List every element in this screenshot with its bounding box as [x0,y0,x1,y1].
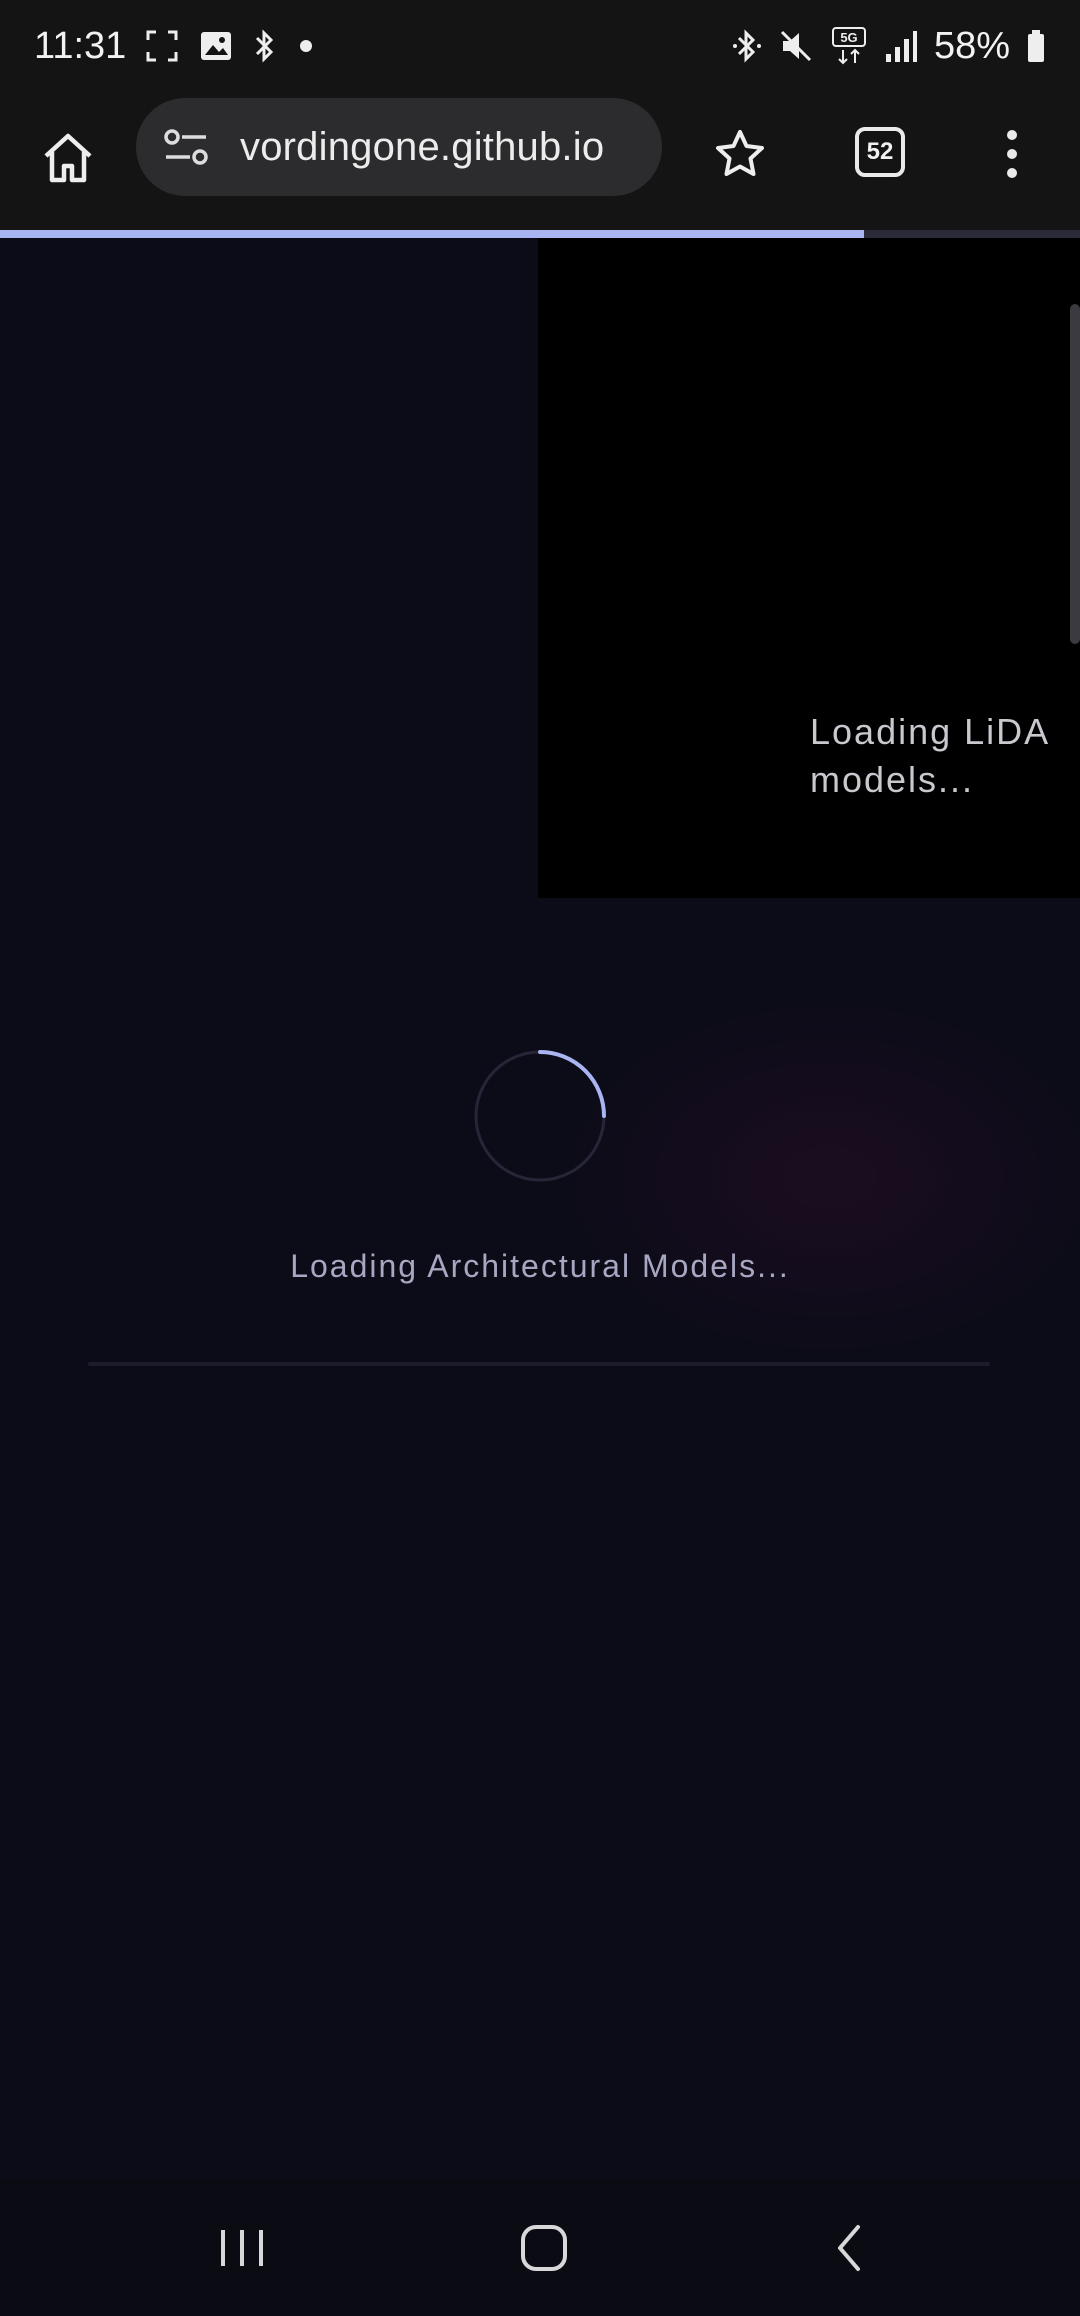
status-time: 11:31 [34,24,127,67]
back-icon [838,2225,860,2271]
home-button[interactable] [30,120,106,196]
divider [88,1362,990,1366]
lida-panel: Loading LiDA models... [538,238,1080,898]
page-load-progress [0,230,1080,238]
home-icon [44,133,92,183]
address-bar[interactable]: vordingone.github.io [136,98,662,196]
lida-loading-text: Loading LiDA models... [810,711,1051,800]
url-text: vordingone.github.io [240,124,605,169]
loading-spinner [470,1046,610,1186]
screen: 11:31 5G 58% vordingone.github.io 52 Loa… [0,0,1080,2316]
tab-switcher-button[interactable]: 52 [844,116,916,188]
network-type-label: 5G [840,30,857,45]
tab-count: 52 [855,127,905,177]
status-left: 11:31 [34,25,316,68]
star-icon [716,130,764,176]
mute-icon [778,26,814,66]
nav-home-button[interactable] [508,2212,580,2284]
gallery-icon [198,26,234,66]
architectural-loading-text: Loading Architectural Models... [290,1248,790,1284]
browser-toolbar: vordingone.github.io 52 [0,92,1080,232]
menu-dot [1007,149,1017,159]
bluetooth-icon [732,26,762,66]
more-menu-button[interactable] [990,116,1034,192]
web-page: Loading LiDA models... Loading Architect… [0,238,1080,2180]
system-nav-bar [0,2180,1080,2316]
recents-button[interactable] [206,2212,278,2284]
menu-dot [1007,168,1017,178]
battery-percent: 58% [933,24,1010,67]
site-settings-icon[interactable] [156,127,216,167]
back-button[interactable] [814,2212,886,2284]
recents-icon [221,2230,263,2266]
bookmark-button[interactable] [702,116,778,192]
lida-panel-scrollbar[interactable] [1070,304,1080,644]
bluetooth-icon [252,26,278,66]
dot-icon [296,26,316,66]
signal-icon [884,26,918,66]
status-right: 5G 58% [732,25,1046,68]
home-pill-icon [521,2225,567,2271]
status-bar: 11:31 5G 58% [0,0,1080,92]
background-glow [560,998,1080,1358]
battery-icon [1026,26,1046,66]
menu-dot [1007,130,1017,140]
screenshot-icon [144,26,180,66]
5g-icon: 5G [830,26,868,66]
page-load-progress-fill [0,230,864,238]
